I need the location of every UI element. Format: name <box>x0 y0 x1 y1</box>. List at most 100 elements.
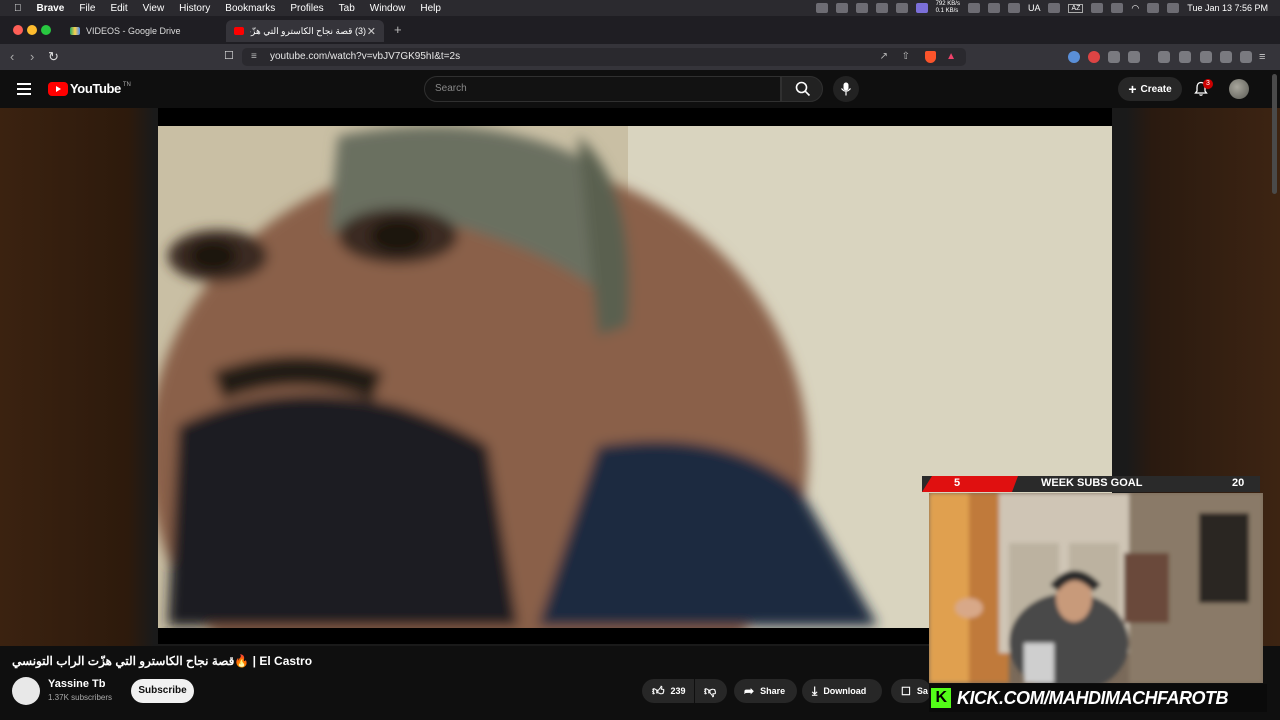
kick-logo-icon: K <box>931 688 951 708</box>
channel-name[interactable]: Yassine Tb <box>48 678 105 690</box>
kick-channel-banner: K KICK.COM/MAHDIMACHFAROTB <box>929 684 1267 712</box>
menu-profiles[interactable]: Profiles <box>290 3 323 14</box>
new-tab-button[interactable]: + <box>394 22 402 37</box>
clock[interactable]: Tue Jan 13 7:56 PM <box>1187 3 1268 13</box>
menu-bookmarks[interactable]: Bookmarks <box>225 3 275 14</box>
record-extension-icon[interactable] <box>1088 51 1100 63</box>
voice-search-button[interactable] <box>833 76 859 102</box>
goal-target: 20 <box>1232 477 1245 489</box>
share-icon: ➦ <box>744 684 755 698</box>
reload-icon[interactable]: ↻ <box>48 49 59 65</box>
status-icon[interactable] <box>987 3 1000 13</box>
brave-shields-icon[interactable] <box>925 51 936 63</box>
youtube-logo[interactable]: YouTube TN <box>48 81 131 96</box>
share-page-icon[interactable]: ⇧ <box>902 48 910 66</box>
search-icon <box>795 81 811 97</box>
brave-rewards-icon[interactable]: ▲ <box>946 48 956 66</box>
close-tab-icon[interactable]: ✕ <box>367 25 376 38</box>
menu-history[interactable]: History <box>179 3 210 14</box>
search-button[interactable] <box>781 76 823 102</box>
status-icon[interactable] <box>815 3 828 13</box>
status-icon[interactable] <box>1048 3 1061 13</box>
goal-current: 5 <box>954 477 961 489</box>
status-icon[interactable] <box>875 3 888 13</box>
account-avatar[interactable] <box>1229 79 1249 99</box>
menu-help[interactable]: Help <box>420 3 441 14</box>
kick-url: KICK.COM/MAHDIMACHFAROTB <box>957 687 1228 708</box>
logo-region: TN <box>122 81 131 88</box>
forward-icon[interactable]: › <box>30 49 34 64</box>
webcam-image <box>929 493 1263 683</box>
menu-window[interactable]: Window <box>370 3 406 14</box>
like-count: 239 <box>670 686 686 696</box>
status-icon[interactable] <box>835 3 848 13</box>
status-icon[interactable] <box>915 3 928 13</box>
youtube-favicon-icon <box>234 27 244 35</box>
download-icon: ⤓ <box>812 683 818 698</box>
open-external-icon[interactable]: ↗ <box>880 48 888 66</box>
sidebar-icon[interactable] <box>1179 51 1191 63</box>
tab-title: VIDEOS - Google Drive <box>86 26 181 36</box>
extension-icon[interactable] <box>1108 51 1120 63</box>
minimize-window-button[interactable] <box>27 25 37 35</box>
keyboard-indicator[interactable]: AZ <box>1068 3 1084 13</box>
browser-tabbar: VIDEOS - Google Drive (3) قصة نجاح الكاس… <box>0 16 1280 44</box>
bookmark-icon[interactable]: ☐ <box>224 49 234 62</box>
extension-icon[interactable] <box>1128 51 1140 63</box>
close-window-button[interactable] <box>13 25 23 35</box>
menu-file[interactable]: File <box>79 3 95 14</box>
youtube-play-icon <box>48 81 68 96</box>
media-icon[interactable] <box>1158 51 1170 63</box>
url-text: youtube.com/watch?v=vbJV7GK95hI&t=2s <box>270 51 461 62</box>
status-icon[interactable] <box>895 3 908 13</box>
download-button[interactable]: ⤓ Download <box>802 679 882 703</box>
share-button[interactable]: ➦ Share <box>734 679 797 703</box>
create-button[interactable]: + Create <box>1118 77 1182 101</box>
thumbs-up-icon: 👍︎ <box>652 683 665 698</box>
battery-icon[interactable] <box>1111 3 1124 13</box>
streamer-webcam <box>929 493 1263 683</box>
extension-icon[interactable] <box>1068 51 1080 63</box>
save-button[interactable]: ☐ Sa <box>891 679 931 703</box>
create-label: Create <box>1140 83 1172 95</box>
hamburger-menu-icon[interactable] <box>17 83 31 95</box>
browser-toolbar: ‹ › ↻ ☐ ≡ youtube.com/watch?v=vbJV7GK95h… <box>0 44 1280 71</box>
subscriber-count: 1.37K subscribers <box>48 693 113 702</box>
leo-ai-icon[interactable] <box>1220 51 1232 63</box>
status-icon[interactable] <box>855 3 868 13</box>
like-button[interactable]: 👍︎ 239 <box>642 679 694 703</box>
wifi-icon[interactable]: ◠ <box>1131 3 1139 14</box>
tab-google-drive[interactable]: VIDEOS - Google Drive <box>62 20 222 42</box>
zoom-window-button[interactable] <box>41 25 51 35</box>
wallet-icon[interactable] <box>1200 51 1212 63</box>
status-icon[interactable] <box>1147 3 1160 13</box>
menu-view[interactable]: View <box>143 3 165 14</box>
apple-menu-icon[interactable]:  <box>14 3 22 14</box>
plus-icon: + <box>1128 81 1137 97</box>
status-icon[interactable] <box>1091 3 1104 13</box>
subs-goal-bar: 5 WEEK SUBS GOAL 20 <box>922 476 1260 492</box>
menu-edit[interactable]: Edit <box>110 3 127 14</box>
locale-indicator[interactable]: UA <box>1028 3 1041 13</box>
page-bottom <box>0 712 1280 720</box>
url-field[interactable]: ≡ youtube.com/watch?v=vbJV7GK95hI&t=2s ↗… <box>242 48 966 66</box>
tab-title: (3) قصة نجاح الكاسترو التي هزّت ال <box>250 25 366 36</box>
mic-icon <box>841 82 851 96</box>
subscribe-button[interactable]: Subscribe <box>131 679 194 703</box>
app-menu[interactable]: Brave <box>37 3 65 14</box>
vpn-icon[interactable] <box>1240 51 1252 63</box>
control-center-icon[interactable] <box>1167 3 1180 13</box>
status-icon[interactable] <box>1007 3 1020 13</box>
status-icon[interactable] <box>967 3 980 13</box>
menu-icon[interactable]: ≡ <box>1259 51 1271 63</box>
menu-tab[interactable]: Tab <box>339 3 355 14</box>
site-info-icon[interactable]: ≡ <box>251 48 257 66</box>
net-up: 792 KB/s <box>935 1 960 7</box>
download-label: Download <box>823 686 867 696</box>
page-scrollbar[interactable] <box>1272 74 1277 194</box>
search-input[interactable]: Search <box>424 76 781 102</box>
tab-youtube[interactable]: (3) قصة نجاح الكاسترو التي هزّت ال ✕ <box>226 20 384 42</box>
back-icon[interactable]: ‹ <box>10 49 14 64</box>
dislike-button[interactable]: 👎︎ <box>695 679 727 703</box>
channel-avatar[interactable] <box>12 677 40 705</box>
